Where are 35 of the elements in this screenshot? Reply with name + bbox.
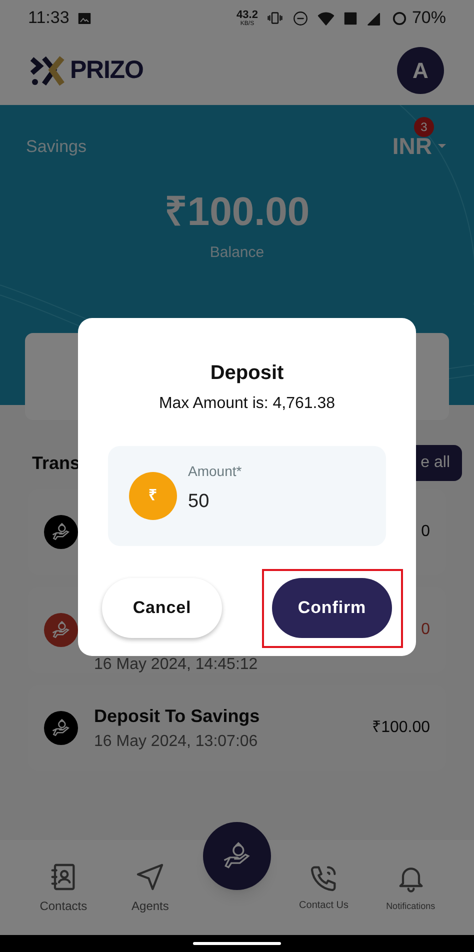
battery-level: 70% [412,7,446,30]
nav-item[interactable]: Contact Us [299,862,349,913]
avatar[interactable]: A [397,47,444,94]
battery-saver-icon [390,10,408,26]
nav-item[interactable]: Agents [132,860,169,914]
volte-icon [342,10,358,26]
notification-badge: 3 [414,117,434,137]
transaction-date: 16 May 2024, 13:07:06 [94,732,259,752]
clock: 11:33 [28,7,70,30]
transaction-amount: ₹100.00 [372,718,430,738]
vibrate-icon [266,9,284,27]
network-speed: 43.2 [236,10,258,20]
balance-caption: Balance [208,242,266,262]
nav-item[interactable]: Contacts [40,860,88,914]
image-icon [77,10,92,26]
field-label: Amount* [188,462,242,482]
transaction-title: Deposit To Savings [94,704,260,728]
section-heading: Trans [32,452,80,474]
brand-logo-icon [30,56,66,86]
transaction-amount: 0 [421,620,430,640]
money-hand-icon [44,711,78,745]
do-not-disturb-icon [292,10,309,26]
balance-amount: ₹100.00 [163,188,311,236]
nav-item[interactable]: Notifications [386,862,436,914]
brand-name: PRIZO [70,54,144,86]
rupee-coin-icon: ₹ [129,472,177,520]
transaction-date: 16 May 2024, 14:45:12 [94,655,258,675]
transaction-amount: 0 [421,522,430,542]
field-value: 50 [188,490,210,514]
dialog-subtitle: Max Amount is: 4,761.38 [158,394,336,414]
confirm-button[interactable]: Confirm [272,578,392,638]
account-type: Savings [26,136,86,158]
cancel-button[interactable]: Cancel [102,578,222,638]
dialog-title: Deposit [210,361,284,386]
amount-field[interactable]: ₹ Amount* 50 [108,446,386,546]
